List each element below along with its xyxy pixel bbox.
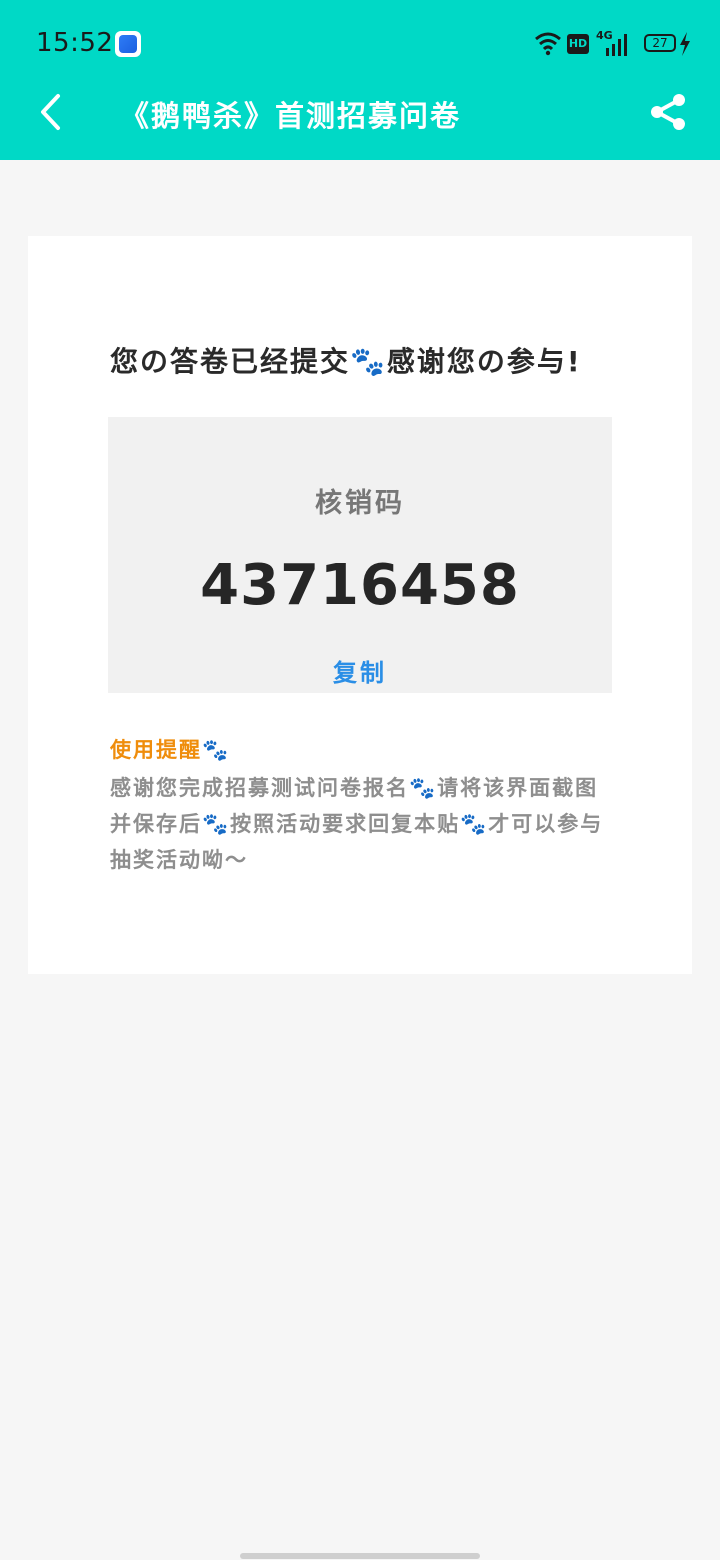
wifi-icon	[535, 32, 561, 56]
status-icons: HD 4G 27	[534, 29, 690, 58]
share-icon	[651, 94, 685, 130]
result-card: 您の答卷已经提交🐾感谢您の参与! 核销码 43716458 复制 使用提醒🐾 感…	[28, 236, 692, 974]
back-button[interactable]	[32, 90, 72, 134]
app-header: 15:52 HD 4G 27 《鹅鸭杀》首测招募问卷	[0, 0, 720, 160]
app-badge-icon	[115, 31, 141, 57]
tip-title: 使用提醒🐾	[110, 738, 231, 762]
status-time: 15:52	[36, 28, 114, 58]
verification-code-box: 核销码 43716458 复制	[108, 417, 612, 693]
navigation-bar: 《鹅鸭杀》首测招募问卷	[0, 80, 720, 144]
battery-icon: 27	[644, 34, 676, 52]
status-bar: 15:52 HD 4G 27	[0, 0, 720, 88]
tip-body: 感谢您完成招募测试问卷报名🐾请将该界面截图并保存后🐾按照活动要求回复本贴🐾才可以…	[110, 776, 604, 872]
share-button[interactable]	[648, 92, 688, 132]
signal-icon	[606, 34, 627, 56]
success-message: 您の答卷已经提交🐾感谢您の参与!	[110, 345, 582, 378]
chevron-left-icon	[41, 94, 60, 130]
charging-icon	[680, 32, 690, 56]
code-value[interactable]: 43716458	[108, 553, 612, 618]
hd-icon: HD	[567, 34, 589, 54]
home-indicator[interactable]	[240, 1553, 480, 1559]
code-label: 核销码	[315, 488, 405, 519]
page-title: 《鹅鸭杀》首测招募问卷	[120, 99, 462, 133]
copy-button[interactable]: 复制	[310, 653, 410, 688]
